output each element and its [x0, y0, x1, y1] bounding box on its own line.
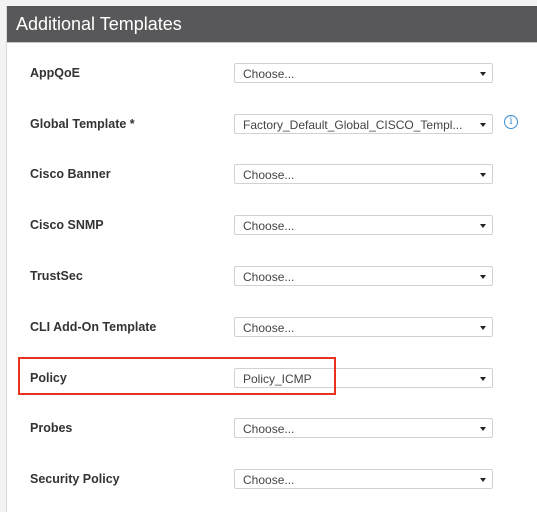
field-label: Security Policy	[30, 472, 120, 486]
panel-title: Additional Templates	[16, 14, 182, 34]
global-template-select[interactable]: Factory_Default_Global_CISCO_Templ...	[234, 114, 493, 134]
chevron-down-icon	[480, 326, 486, 330]
chevron-down-icon	[480, 478, 486, 482]
row-cisco-snmp: Cisco SNMP Choose...	[7, 215, 537, 239]
appqoe-select[interactable]: Choose...	[234, 63, 493, 83]
select-value: Factory_Default_Global_CISCO_Templ...	[243, 118, 463, 132]
chevron-down-icon	[480, 275, 486, 279]
select-value: Choose...	[243, 321, 295, 335]
field-label: CLI Add-On Template	[30, 320, 157, 334]
row-appqoe: AppQoE Choose...	[7, 63, 537, 87]
select-value: Choose...	[243, 270, 295, 284]
field-label: Global Template *	[30, 117, 135, 131]
cli-add-on-template-select[interactable]: Choose...	[234, 317, 493, 337]
row-cli-add-on-template: CLI Add-On Template Choose...	[7, 317, 537, 341]
row-trustsec: TrustSec Choose...	[7, 266, 537, 290]
security-policy-select[interactable]: Choose...	[234, 469, 493, 489]
field-label: Probes	[30, 421, 73, 435]
row-cisco-banner: Cisco Banner Choose...	[7, 164, 537, 188]
probes-select[interactable]: Choose...	[234, 418, 493, 438]
field-label: AppQoE	[30, 66, 80, 80]
select-value: Choose...	[243, 473, 295, 487]
select-value: Choose...	[243, 219, 295, 233]
cisco-snmp-select[interactable]: Choose...	[234, 215, 493, 235]
row-security-policy: Security Policy Choose...	[7, 469, 537, 493]
panel-header: Additional Templates	[7, 6, 537, 43]
chevron-down-icon	[480, 224, 486, 228]
chevron-down-icon	[480, 377, 486, 381]
cisco-banner-select[interactable]: Choose...	[234, 164, 493, 184]
row-probes: Probes Choose...	[7, 418, 537, 442]
additional-templates-panel: Additional Templates AppQoE Choose... Gl…	[6, 6, 537, 512]
chevron-down-icon	[480, 427, 486, 431]
field-label: Cisco SNMP	[30, 218, 104, 232]
select-value: Choose...	[243, 67, 295, 81]
row-global-template: Global Template * Factory_Default_Global…	[7, 114, 537, 138]
select-value: Choose...	[243, 168, 295, 182]
field-label: TrustSec	[30, 269, 83, 283]
policy-highlight-box	[18, 357, 336, 395]
field-label: Cisco Banner	[30, 167, 111, 181]
select-value: Choose...	[243, 422, 295, 436]
chevron-down-icon	[480, 173, 486, 177]
chevron-down-icon	[480, 72, 486, 76]
info-icon[interactable]: i	[504, 115, 518, 129]
chevron-down-icon	[480, 123, 486, 127]
trustsec-select[interactable]: Choose...	[234, 266, 493, 286]
